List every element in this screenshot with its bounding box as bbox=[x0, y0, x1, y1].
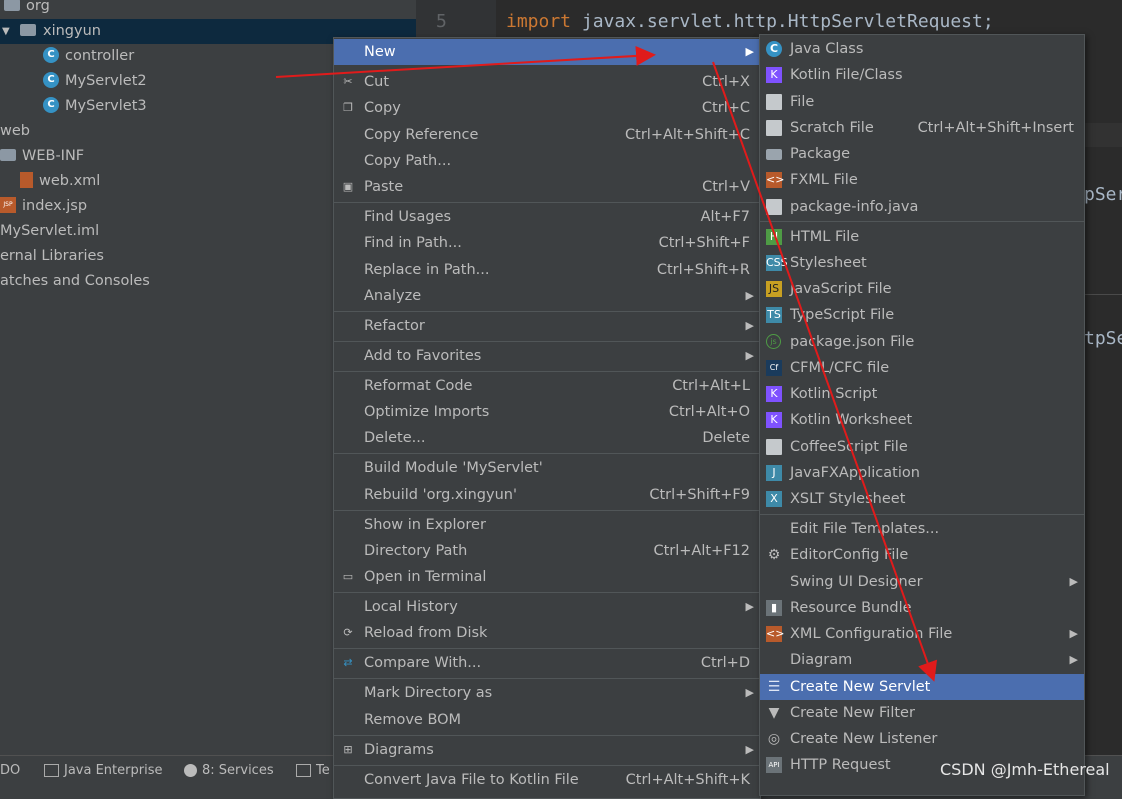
watermark: CSDN @Jmh-Ethereal bbox=[940, 760, 1110, 779]
annotation-arrow bbox=[712, 61, 938, 682]
annotation-arrow bbox=[275, 45, 656, 78]
annotation-arrows bbox=[275, 45, 938, 682]
